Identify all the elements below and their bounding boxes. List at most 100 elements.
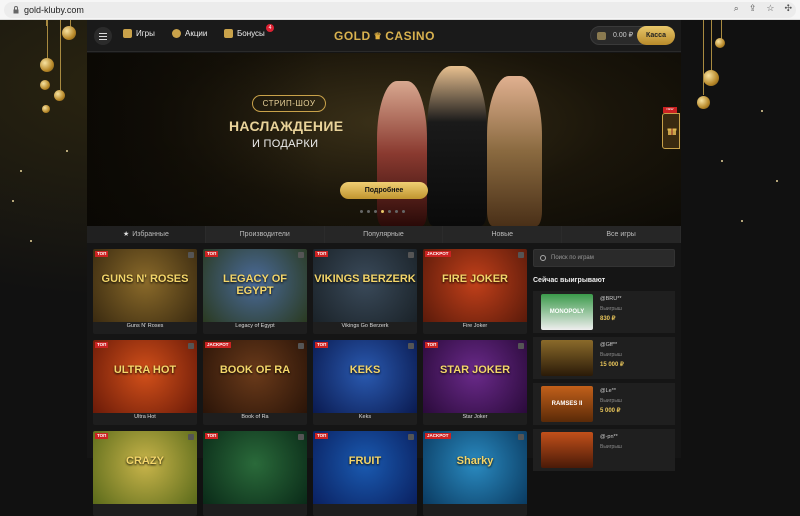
carousel-dot[interactable] <box>402 210 405 213</box>
ornament-icon <box>40 80 50 90</box>
game-art-text: FRUIT <box>348 455 382 467</box>
nav-games[interactable]: Игры <box>123 29 155 38</box>
winner-game-thumbnail <box>541 340 593 376</box>
game-tag-badge: ТОП <box>95 433 109 439</box>
bookmark-star-icon[interactable]: ☆ <box>766 3 774 14</box>
game-card[interactable]: GUNS N' ROSES ТОП Guns N' Roses <box>93 249 197 334</box>
game-card[interactable]: CRAZY ТОП <box>93 431 197 516</box>
winner-name: @-pn** <box>600 434 618 440</box>
carousel-dot[interactable] <box>367 210 370 213</box>
game-art-text: BOOK OF RA <box>219 364 291 376</box>
ornament-icon <box>703 70 719 86</box>
favorite-star-icon[interactable] <box>188 343 194 349</box>
winner-game-thumbnail: RAMSES II <box>541 386 593 422</box>
winner-item[interactable]: @Gff** Выигрыш 15 000 ₽ <box>533 337 675 379</box>
game-card[interactable]: BOOK OF RA JACKPOT Book of Ra <box>203 340 307 425</box>
carousel-dot[interactable] <box>374 210 377 213</box>
game-art-text: ULTRA HOT <box>113 364 177 376</box>
crown-icon: ♛ <box>373 30 383 41</box>
game-art-text: CRAZY <box>126 455 164 467</box>
more-button[interactable]: Подробнее <box>340 182 428 199</box>
game-card[interactable]: LEGACY OF EGYPT ТОП Legacy of Egypt <box>203 249 307 334</box>
game-card[interactable]: ТОП <box>203 431 307 516</box>
tab-all-games[interactable]: Все игры <box>562 226 681 243</box>
cashier-button[interactable]: Касса <box>637 26 675 45</box>
tab-popular[interactable]: Популярные <box>324 226 444 243</box>
nav-bonuses[interactable]: Бонусы <box>224 29 265 38</box>
game-thumbnail <box>423 340 527 413</box>
winner-item[interactable]: RAMSES II @Le** Выигрыш 5 000 ₽ <box>533 383 675 425</box>
favorite-star-icon[interactable] <box>298 343 304 349</box>
winner-game-thumbnail <box>541 432 593 468</box>
tab-providers[interactable]: Производители <box>205 226 325 243</box>
game-art-text: STAR JOKER <box>439 364 511 376</box>
zoom-icon[interactable]: ⌕ <box>734 3 739 14</box>
game-thumbnail <box>423 431 527 504</box>
ornament-icon <box>54 90 65 101</box>
game-card[interactable]: FIRE JOKER JACKPOT Fire Joker <box>423 249 527 334</box>
game-tag-badge: ТОП <box>95 342 109 348</box>
winner-label: Выигрыш <box>600 352 622 358</box>
favorite-star-icon[interactable] <box>298 252 304 258</box>
extensions-icon[interactable]: ✣ <box>784 3 792 14</box>
game-card[interactable]: FRUIT ТОП <box>313 431 417 516</box>
game-card[interactable]: Sharky JACKPOT <box>423 431 527 516</box>
winner-item[interactable]: MONOPOLY @BRU** Выигрыш 830 ₽ <box>533 291 675 333</box>
site-logo[interactable]: GOLD ♛ CASINO <box>334 29 435 43</box>
game-art-text: FIRE JOKER <box>441 273 508 285</box>
favorite-star-icon[interactable] <box>518 343 524 349</box>
game-card[interactable]: VIKINGS BERZERK ТОП Vikings Go Berzerk <box>313 249 417 334</box>
tab-new[interactable]: Новые <box>443 226 563 243</box>
menu-button[interactable] <box>94 27 112 45</box>
game-card[interactable]: KEKS ТОП Keks <box>313 340 417 425</box>
winner-item[interactable]: @-pn** Выигрыш <box>533 429 675 471</box>
gift-widget[interactable]: NEW <box>662 107 680 149</box>
winner-name: @BRU** <box>600 296 622 302</box>
favorite-star-icon[interactable] <box>518 252 524 258</box>
favorite-star-icon[interactable] <box>408 252 414 258</box>
hero-title: НАСЛАЖДЕНИЕ <box>229 118 344 134</box>
game-card[interactable]: STAR JOKER ТОП Star Joker <box>423 340 527 425</box>
lock-icon <box>13 6 19 14</box>
bonus-count-badge: 4 <box>266 24 274 32</box>
winner-game-thumbnail: MONOPOLY <box>541 294 593 330</box>
left-decoration <box>0 20 87 458</box>
winner-label: Выигрыш <box>600 444 622 450</box>
favorite-star-icon[interactable] <box>408 343 414 349</box>
favorite-star-icon[interactable] <box>518 434 524 440</box>
carousel-dot[interactable] <box>395 210 398 213</box>
game-title: Keks <box>358 414 372 420</box>
carousel-dot[interactable] <box>381 210 384 213</box>
winner-label: Выигрыш <box>600 306 622 312</box>
ornament-icon <box>40 58 54 72</box>
games-icon <box>123 29 132 38</box>
game-tag-badge: ТОП <box>425 342 439 348</box>
share-icon[interactable]: ⇪ <box>749 3 757 14</box>
tab-favorites[interactable]: ★ Избранные <box>87 226 206 243</box>
address-bar[interactable]: gold-kluby.com <box>4 2 796 18</box>
favorite-star-icon[interactable] <box>408 434 414 440</box>
game-thumbnail <box>313 431 417 504</box>
game-search-input[interactable]: Поиск по играм <box>533 249 675 267</box>
game-title: Guns N' Roses <box>126 323 164 329</box>
game-title: Book of Ra <box>241 414 269 420</box>
favorite-star-icon[interactable] <box>298 434 304 440</box>
nav-promotions[interactable]: Акции <box>172 29 207 38</box>
game-thumbnail <box>93 431 197 504</box>
game-thumbnail <box>423 249 527 322</box>
hero-subtitle: И ПОДАРКИ <box>252 138 319 150</box>
carousel-dot[interactable] <box>388 210 391 213</box>
favorite-star-icon[interactable] <box>188 434 194 440</box>
winner-amount: 5 000 ₽ <box>600 408 621 414</box>
carousel-dot[interactable] <box>360 210 363 213</box>
game-art-text: LEGACY OF EGYPT <box>223 273 287 297</box>
favorite-star-icon[interactable] <box>188 252 194 258</box>
game-thumbnail <box>203 340 307 413</box>
game-card[interactable]: ULTRA HOT ТОП Ultra Hot <box>93 340 197 425</box>
right-sidebar: Поиск по играм Сейчас выигрывают MONOPOL… <box>533 249 675 471</box>
game-thumbnail <box>93 340 197 413</box>
promotions-icon <box>172 29 181 38</box>
browser-toolbar: gold-kluby.com ⌕ ⇪ ☆ ✣ <box>0 0 800 20</box>
game-title: Star Joker <box>462 414 488 420</box>
hero-banner[interactable]: СТРИП-ШОУ НАСЛАЖДЕНИЕ И ПОДАРКИ Подробне… <box>87 53 681 226</box>
